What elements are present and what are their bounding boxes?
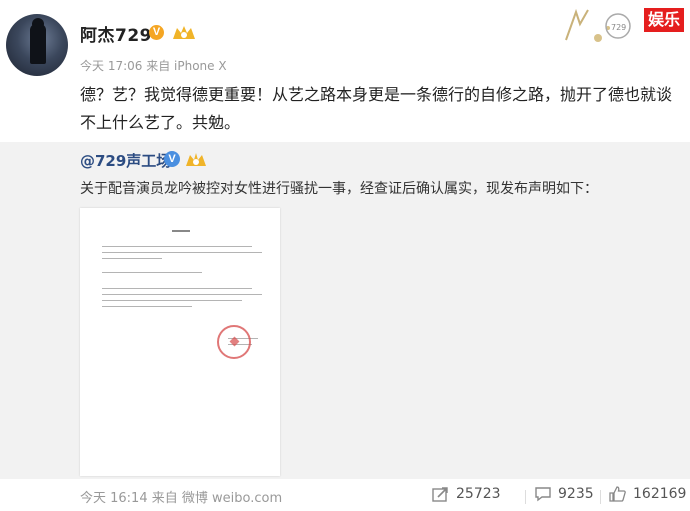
document-line [102, 300, 242, 301]
like-count: 162169 [633, 486, 687, 502]
comment-button[interactable]: 9235 [534, 486, 594, 502]
document-line [102, 252, 262, 253]
document-line [102, 258, 162, 259]
post-meta: 今天 17:06 来自 iPhone X [80, 59, 227, 73]
repost-text: 关于配音演员龙吟被控对女性进行骚扰一事，经查证后确认属实，现发布声明如下： [80, 181, 598, 197]
repost-verified-icon: V [164, 151, 180, 167]
like-button[interactable]: 162169 [609, 486, 686, 502]
post-text: 德？艺？我觉得德更重要！从艺之路本身更是一条德行的自修之路，抛开了德也就谈不上什… [80, 85, 673, 132]
post-username[interactable]: 阿杰729 [80, 21, 152, 46]
divider [525, 490, 526, 504]
document-line [102, 288, 252, 289]
red-seal-stamp [217, 325, 251, 359]
document-line [102, 294, 262, 295]
avatar[interactable] [6, 14, 68, 76]
repost-username[interactable]: @729声工场 [80, 150, 171, 171]
repost-count: 25723 [456, 486, 501, 502]
document-line [102, 272, 202, 273]
repost-button[interactable]: 25723 [432, 486, 501, 502]
verified-badge-icon: V [149, 25, 164, 40]
repost-icon [432, 487, 448, 502]
document-title [172, 230, 190, 232]
comment-count: 9235 [558, 486, 594, 502]
thumbs-up-icon [609, 486, 626, 502]
level-badge-icon [173, 26, 195, 39]
document-line [102, 306, 192, 307]
repost-meta: 今天 16:14 来自 微博 weibo.com [80, 491, 283, 506]
comment-icon [535, 487, 551, 502]
statement-document-image[interactable] [80, 208, 280, 476]
repost-level-badge-icon [186, 153, 206, 166]
post-footer: 今天 16:14 来自 微博 weibo.com 25723 9235 1621… [0, 482, 690, 511]
avatar-figure-body [30, 24, 46, 64]
channel-tag: 娱乐 [643, 8, 684, 32]
divider [600, 490, 601, 504]
document-line [102, 246, 252, 247]
svg-text:729: 729 [611, 23, 626, 32]
